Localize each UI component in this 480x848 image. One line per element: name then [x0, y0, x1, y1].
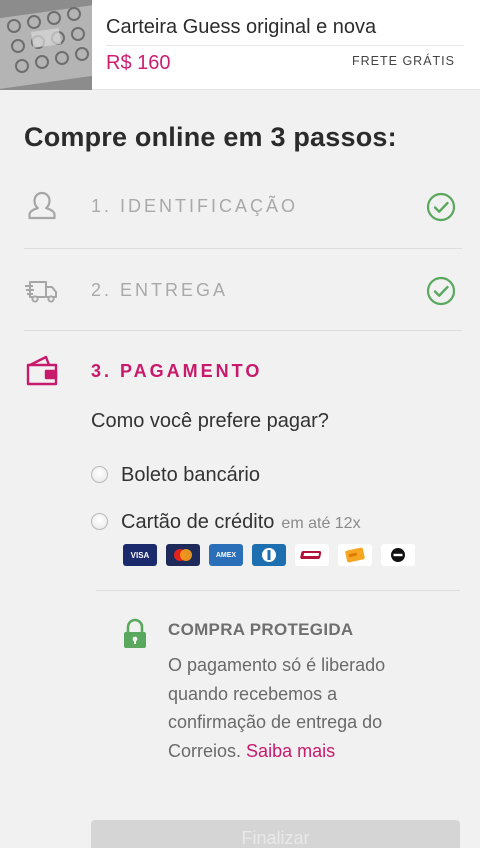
- payment-question: Como você prefere pagar?: [91, 410, 329, 432]
- finish-button-label: Finalizar: [241, 828, 310, 848]
- credit-card-radio[interactable]: [91, 513, 108, 530]
- learn-more-link[interactable]: Saiba mais: [246, 741, 335, 761]
- option-boleto[interactable]: Boleto bancário: [91, 464, 260, 487]
- option-label[interactable]: Cartão de crédito: [121, 511, 274, 534]
- diners-card-icon: [252, 544, 286, 566]
- product-header: Carteira Guess original e nova R$ 160 FR…: [0, 0, 480, 90]
- product-price: R$ 160: [106, 52, 171, 74]
- elo-card-icon: [338, 544, 372, 566]
- card-brands: VISA AMEX: [123, 544, 415, 566]
- shipping-badge: FRETE GRÁTIS: [352, 54, 455, 68]
- header-divider: [106, 45, 464, 46]
- truck-icon: [25, 281, 57, 303]
- check-circle-icon: [426, 276, 456, 306]
- step-label: 2. ENTREGA: [91, 280, 229, 300]
- step-label: 1. IDENTIFICAÇÃO: [91, 196, 299, 216]
- option-credit-card[interactable]: Cartão de crédito em até 12x: [91, 511, 361, 534]
- divider: [24, 248, 462, 249]
- check-circle-icon: [426, 192, 456, 222]
- option-label[interactable]: Boleto bancário: [121, 464, 260, 487]
- lock-icon: [124, 618, 146, 648]
- user-icon: [28, 191, 56, 220]
- amex-card-icon: AMEX: [209, 544, 243, 566]
- boleto-radio[interactable]: [91, 466, 108, 483]
- page-title: Compre online em 3 passos:: [24, 122, 397, 152]
- protection-text: O pagamento só é liberado quando recebem…: [168, 651, 428, 765]
- product-thumbnail[interactable]: [0, 0, 92, 90]
- product-title[interactable]: Carteira Guess original e nova: [106, 16, 376, 39]
- step-label: 3. PAGAMENTO: [91, 361, 263, 381]
- other-card-icon: [381, 544, 415, 566]
- installments-note: em até 12x: [281, 515, 361, 532]
- hipercard-icon: [295, 544, 329, 566]
- mastercard-icon: [166, 544, 200, 566]
- visa-card-icon: VISA: [123, 544, 157, 566]
- protection-title: COMPRA PROTEGIDA: [168, 620, 354, 639]
- divider: [24, 330, 462, 331]
- finish-button[interactable]: Finalizar: [91, 820, 460, 848]
- divider: [96, 590, 460, 591]
- wallet-photo-icon: [0, 0, 92, 90]
- wallet-icon: [26, 355, 58, 386]
